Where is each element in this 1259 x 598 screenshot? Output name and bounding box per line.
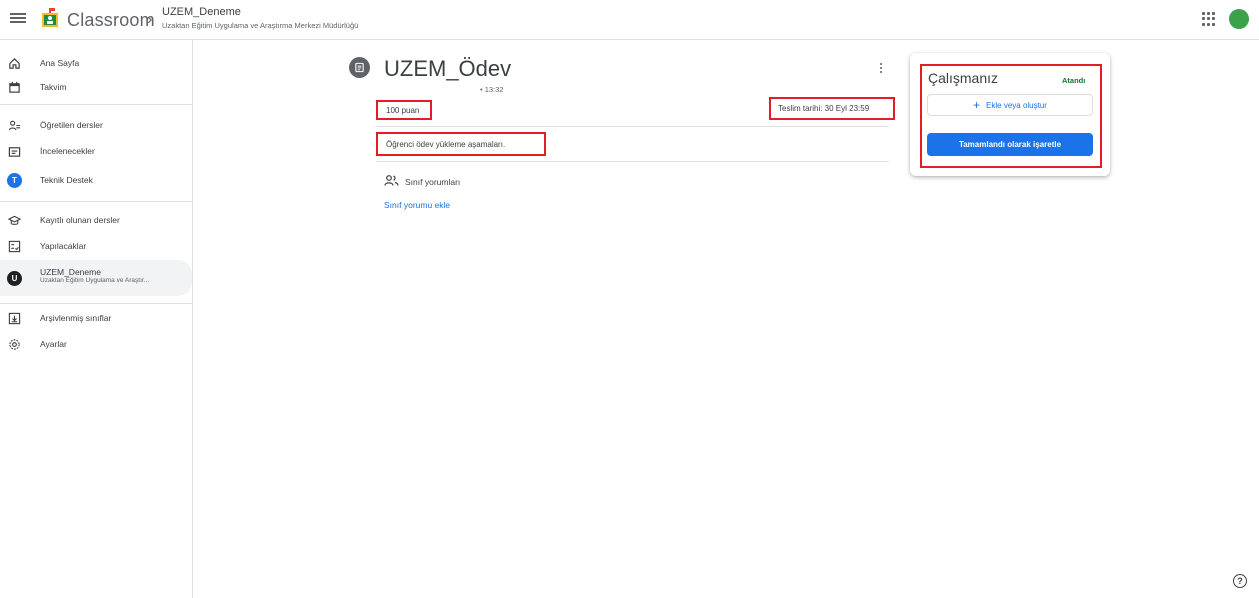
add-class-comment-link[interactable]: Sınıf yorumu ekle [384, 200, 450, 210]
sidebar-item-label: Ana Sayfa [40, 58, 80, 68]
breadcrumb-course-subtitle: Uzaktan Eğitim Uygulama ve Araştırma Mer… [162, 21, 359, 30]
your-work-title: Çalışmanız [928, 70, 999, 86]
class-avatar-letter: T [7, 172, 22, 188]
breadcrumb-course-title[interactable]: UZEM_Deneme [162, 6, 241, 18]
assignment-due-date: Teslim tarihi: 30 Eyl 23:59 [769, 97, 895, 120]
plus-icon: + [973, 98, 981, 112]
sidebar-item-settings[interactable]: Ayarlar [0, 331, 192, 357]
main-menu-icon[interactable] [10, 11, 26, 27]
add-or-create-button[interactable]: + Ekle veya oluştur [927, 94, 1093, 116]
sidebar-item-calendar[interactable]: Takvim [0, 74, 192, 100]
sidebar-item-todo[interactable]: Yapılacaklar [0, 233, 192, 259]
school-icon [8, 215, 21, 225]
sidebar-item-label: Öğretilen dersler [40, 120, 103, 130]
sidebar-item-sublabel: Uzaktan Eğitim Uygulama ve Araştır... [40, 277, 150, 284]
todo-icon [8, 240, 21, 252]
google-apps-icon[interactable] [1202, 12, 1216, 26]
help-icon[interactable]: ? [1233, 574, 1247, 588]
account-avatar[interactable] [1229, 9, 1249, 29]
class-avatar-u: U [7, 270, 22, 286]
sidebar-item-class-uzem-deneme[interactable]: U UZEM_Deneme Uzaktan Eğitim Uygulama ve… [0, 260, 192, 296]
sidebar-item-label: Ayarlar [40, 339, 67, 349]
section-divider [376, 161, 889, 162]
sidebar-item-label: İncelenecekler [40, 146, 95, 156]
classroom-logo-icon[interactable] [40, 7, 60, 29]
folder-icon [8, 146, 21, 157]
mark-as-done-button[interactable]: Tamamlandı olarak işaretle [927, 133, 1093, 156]
assignment-description: Öğrenci ödev yükleme aşamaları. [376, 132, 546, 156]
sidebar-divider [0, 303, 192, 304]
class-comments-label: Sınıf yorumları [405, 177, 461, 187]
sidebar-item-to-review[interactable]: İncelenecekler [0, 138, 192, 164]
sidebar-item-teaching[interactable]: Öğretilen dersler [0, 112, 192, 138]
sidebar-item-label: UZEM_Deneme [40, 267, 101, 277]
sidebar-item-class-teknik-destek[interactable]: T Teknik Destek [0, 167, 192, 193]
assignment-icon [349, 57, 370, 78]
sidebar-item-label: Arşivlenmiş sınıflar [40, 313, 112, 323]
add-or-create-label: Ekle veya oluştur [986, 100, 1047, 110]
sidebar-divider [0, 201, 192, 202]
sidebar-item-home[interactable]: Ana Sayfa [0, 50, 192, 76]
chevron-right-icon: › [147, 11, 153, 28]
section-divider [376, 126, 889, 127]
app-brand-name[interactable]: Classroom [67, 10, 155, 31]
settings-icon [9, 338, 20, 350]
class-avatar-t: T [7, 172, 22, 188]
sidebar-item-label: Teknik Destek [40, 175, 93, 185]
assignment-points: 100 puan [376, 100, 432, 120]
archive-icon [8, 312, 21, 324]
top-app-bar: Classroom › UZEM_Deneme Uzaktan Eğitim U… [0, 0, 1259, 40]
sidebar-divider [0, 104, 192, 105]
assignment-time: • 13:32 [480, 85, 504, 94]
people-icon [8, 120, 21, 130]
class-comments-icon [384, 175, 399, 186]
sidebar-item-enrolled[interactable]: Kayıtlı olunan dersler [0, 207, 192, 233]
sidebar-item-archived[interactable]: Arşivlenmiş sınıflar [0, 305, 192, 331]
sidebar-item-label: Kayıtlı olunan dersler [40, 215, 120, 225]
sidebar-item-label: Yapılacaklar [40, 241, 87, 251]
sidebar-item-label: Takvim [40, 82, 67, 92]
home-icon [9, 57, 20, 69]
assignment-title: UZEM_Ödev [384, 56, 512, 81]
sidebar: Ana Sayfa Takvim Öğretilen dersler İncel… [0, 40, 193, 598]
class-avatar-letter: U [7, 270, 22, 286]
status-badge: Atandı [1062, 76, 1086, 85]
calendar-icon [9, 81, 20, 93]
more-options-icon[interactable] [878, 61, 884, 75]
